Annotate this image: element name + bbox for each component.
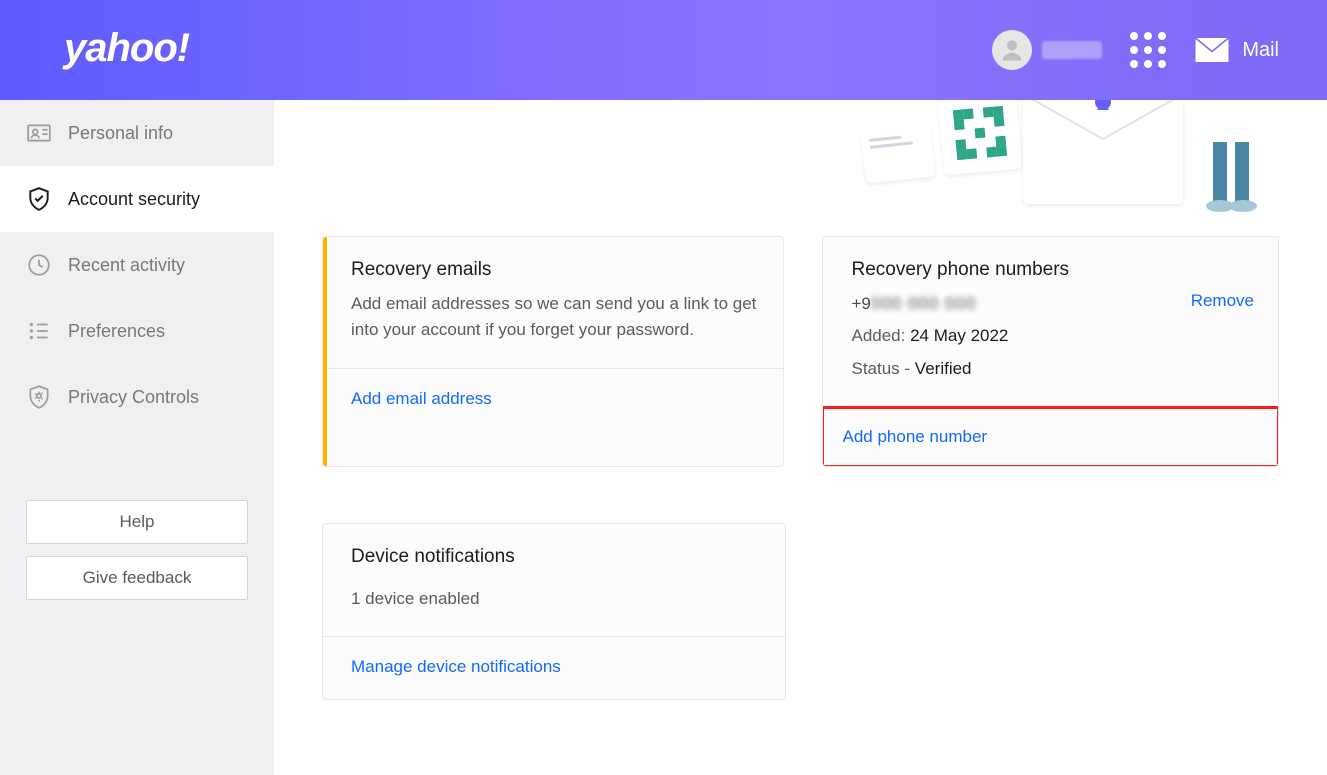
person-illustration — [1183, 102, 1283, 222]
manage-devices-link[interactable]: Manage device notifications — [351, 657, 561, 677]
card-title: Device notifications — [323, 524, 785, 578]
highlighted-action: Add phone number — [822, 406, 1279, 467]
mail-label: Mail — [1242, 39, 1279, 62]
phone-number-redacted: 000 000 000 — [871, 294, 977, 313]
add-phone-link[interactable]: Add phone number — [842, 427, 987, 447]
avatar-icon — [992, 30, 1032, 70]
card-title: Recovery phone numbers — [823, 237, 1278, 291]
sidebar: Personal info Account security Recent ac… — [0, 100, 274, 775]
hero-illustration — [863, 100, 1303, 222]
main-content: Recovery emails Add email addresses so w… — [274, 100, 1327, 775]
app-header: yahoo! Mail — [0, 0, 1327, 100]
id-card-icon — [26, 120, 52, 146]
feedback-button[interactable]: Give feedback — [26, 556, 248, 600]
phone-status: Status - Verified — [851, 356, 1254, 382]
qr-code-icon — [938, 100, 1023, 175]
account-menu[interactable] — [992, 30, 1102, 70]
sidebar-item-label: Personal info — [68, 123, 173, 144]
sidebar-item-label: Account security — [68, 189, 200, 210]
account-name-redacted — [1042, 41, 1102, 59]
yahoo-logo[interactable]: yahoo! — [64, 26, 189, 71]
card-title: Recovery emails — [323, 237, 783, 291]
phone-added-date: Added: 24 May 2022 — [851, 323, 1254, 349]
mail-link[interactable]: Mail — [1194, 36, 1279, 64]
app-launcher-icon[interactable] — [1130, 32, 1166, 68]
clock-icon — [26, 252, 52, 278]
sidebar-item-label: Preferences — [68, 321, 165, 342]
sidebar-item-preferences[interactable]: Preferences — [0, 298, 274, 364]
sidebar-item-account-security[interactable]: Account security — [0, 166, 274, 232]
recovery-emails-card: Recovery emails Add email addresses so w… — [322, 236, 784, 467]
shield-check-icon — [26, 186, 52, 212]
header-right: Mail — [992, 30, 1279, 70]
sidebar-item-label: Privacy Controls — [68, 387, 199, 408]
envelope-icon — [1023, 100, 1183, 204]
recovery-phones-card: Recovery phone numbers +9000 000 000 Rem… — [822, 236, 1279, 467]
remove-phone-link[interactable]: Remove — [1191, 291, 1254, 311]
sidebar-item-label: Recent activity — [68, 255, 185, 276]
phone-number-prefix: +9 — [851, 294, 870, 313]
help-button[interactable]: Help — [26, 500, 248, 544]
sidebar-item-recent-activity[interactable]: Recent activity — [0, 232, 274, 298]
card-description: 1 device enabled — [323, 578, 785, 636]
card-description: Add email addresses so we can send you a… — [323, 291, 783, 368]
sidebar-item-personal-info[interactable]: Personal info — [0, 100, 274, 166]
list-icon — [26, 318, 52, 344]
add-email-link[interactable]: Add email address — [351, 389, 492, 409]
sidebar-footer-buttons: Help Give feedback — [0, 500, 274, 624]
device-notifications-card: Device notifications 1 device enabled Ma… — [322, 523, 786, 700]
sidebar-item-privacy-controls[interactable]: Privacy Controls — [0, 364, 274, 430]
mail-icon — [1194, 36, 1230, 64]
shield-gear-icon — [26, 384, 52, 410]
